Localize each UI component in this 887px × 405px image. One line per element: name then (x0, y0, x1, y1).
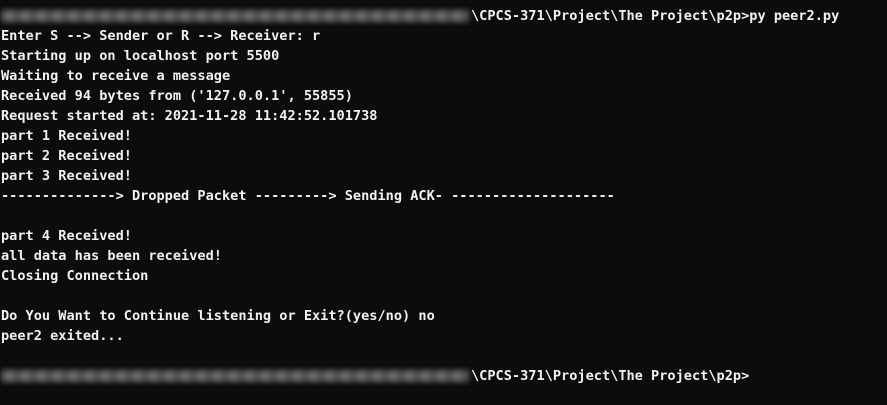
output-line-part-1: part 1 Received! (1, 128, 132, 144)
output-line-all-received: all data has been received! (1, 248, 222, 264)
output-line-blank (0, 346, 887, 366)
output-line-blank (0, 206, 887, 226)
output-line-closing: Closing Connection (1, 268, 149, 284)
output-line-part-3: part 3 Received! (1, 168, 132, 184)
output-line-startup: Starting up on localhost port 5500 (1, 48, 280, 64)
output-line-mode-prompt: Enter S --> Sender or R --> Receiver: r (1, 28, 321, 44)
output-line-request-time: Request started at: 2021-11-28 11:42:52.… (1, 108, 378, 124)
output-line-dropped-packet: --------------> Dropped Packet ---------… (1, 188, 615, 204)
redacted-path (1, 10, 469, 22)
output-line-part-4: part 4 Received! (1, 228, 132, 244)
prompt-line-command: \CPCS-371\Project\The Project\p2p>py pee… (0, 6, 887, 26)
output-line-continue-prompt: Do You Want to Continue listening or Exi… (1, 308, 435, 324)
terminal-window[interactable]: \CPCS-371\Project\The Project\p2p>py pee… (0, 0, 887, 405)
prompt-line-current[interactable]: \CPCS-371\Project\The Project\p2p> (0, 366, 887, 386)
output-line-waiting: Waiting to receive a message (1, 68, 231, 84)
output-line-part-2: part 2 Received! (1, 148, 132, 164)
output-line-exited: peer2 exited... (1, 328, 124, 344)
output-line-received-bytes: Received 94 bytes from ('127.0.0.1', 558… (1, 88, 353, 104)
redacted-path (1, 370, 469, 382)
output-line-blank (0, 286, 887, 306)
